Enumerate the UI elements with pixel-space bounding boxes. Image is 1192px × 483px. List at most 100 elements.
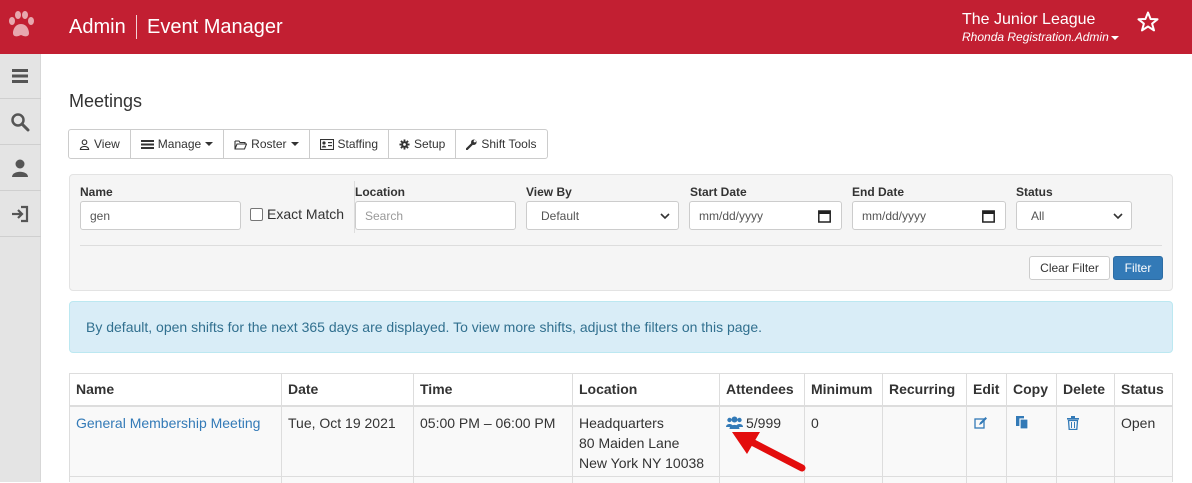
location-placeholder: Search	[365, 208, 404, 223]
manage-button-label: Manage	[157, 137, 202, 151]
checkbox-box[interactable]	[250, 207, 263, 221]
view-button-label: View	[94, 137, 120, 151]
minimum-cell: 0	[805, 407, 883, 483]
user-menu[interactable]: Rhonda Registration.Admin	[962, 30, 1119, 44]
exact-match-label: Exact Match	[267, 206, 345, 222]
sidebar-menu-button[interactable]	[0, 54, 41, 99]
copy-cell	[1007, 407, 1057, 483]
status-select[interactable]: All	[1016, 201, 1132, 230]
search-icon	[11, 113, 30, 132]
filter-panel: Name gen Exact Match Location Search Vie…	[69, 174, 1173, 291]
column-header-delete: Delete	[1057, 374, 1115, 406]
setup-button[interactable]: Setup	[388, 129, 457, 159]
roster-dropdown-button[interactable]: Roster	[223, 129, 310, 159]
start-date-placeholder: mm/dd/yyyy	[699, 208, 764, 223]
status-filter-label: Status	[1016, 185, 1053, 199]
caret-down-icon	[205, 142, 214, 146]
shift-tools-button[interactable]: Shift Tools	[455, 129, 548, 159]
cog-icon	[399, 138, 410, 150]
caret-down-icon	[1110, 35, 1119, 40]
column-header-minimum[interactable]: Minimum	[805, 374, 883, 406]
column-header-date[interactable]: Date	[282, 374, 414, 406]
star-icon[interactable]	[1136, 10, 1160, 34]
paw-logo-icon[interactable]	[7, 10, 35, 40]
location-line: Headquarters	[579, 415, 664, 431]
top-navbar: Admin Event Manager The Junior League Rh…	[0, 0, 1192, 54]
chevron-down-icon	[660, 213, 670, 220]
column-header-location[interactable]: Location	[573, 374, 720, 406]
sidebar-signin-button[interactable]	[0, 192, 41, 237]
menu-icon	[12, 69, 28, 83]
brand-divider	[136, 15, 137, 39]
list-icon	[140, 139, 154, 149]
location-cell: Headquarters 80 Maiden Lane New York NY …	[573, 407, 720, 483]
name-filter-value: gen	[90, 208, 111, 223]
shift-tools-button-label: Shift Tools	[481, 137, 537, 151]
setup-button-label: Setup	[414, 137, 446, 151]
column-header-edit: Edit	[967, 374, 1007, 406]
app-name[interactable]: Event Manager	[147, 15, 283, 39]
annotation-arrow-icon	[732, 432, 806, 472]
user-outline-icon	[79, 138, 90, 150]
wrench-icon	[466, 138, 477, 150]
location-line: 80 Maiden Lane	[579, 435, 680, 451]
filter-button[interactable]: Filter	[1113, 256, 1163, 280]
sign-in-icon	[12, 205, 29, 223]
location-line: New York NY 10038	[579, 455, 705, 471]
column-header-name[interactable]: Name	[70, 374, 282, 406]
trash-icon[interactable]	[1067, 416, 1079, 431]
location-search-input[interactable]: Search	[355, 201, 516, 230]
edit-icon[interactable]	[974, 416, 988, 430]
view-by-label: View By	[526, 185, 572, 199]
recurring-cell	[883, 407, 967, 483]
name-filter-input[interactable]: gen	[80, 201, 241, 230]
calendar-icon[interactable]	[818, 209, 831, 223]
manage-dropdown-button[interactable]: Manage	[129, 129, 225, 159]
row-divider	[70, 476, 1172, 477]
start-date-label: Start Date	[690, 185, 747, 199]
copy-icon[interactable]	[1015, 415, 1029, 430]
delete-cell	[1057, 407, 1115, 483]
info-alert: By default, open shifts for the next 365…	[69, 301, 1173, 353]
brand-admin-link[interactable]: Admin	[69, 15, 126, 39]
calendar-icon[interactable]	[982, 209, 995, 223]
name-filter-label: Name	[80, 185, 113, 199]
filter-separator	[80, 245, 1162, 246]
sidebar-search-button[interactable]	[0, 100, 41, 145]
time-cell: 05:00 PM – 06:00 PM	[414, 407, 573, 483]
meetings-table: Name Date Time Location Attendees Minimu…	[69, 373, 1173, 483]
column-header-status[interactable]: Status	[1115, 374, 1172, 406]
user-name: Rhonda Registration.Admin	[962, 30, 1109, 44]
column-header-copy: Copy	[1007, 374, 1057, 406]
meeting-name-link[interactable]: General Membership Meeting	[76, 415, 260, 431]
chevron-down-icon	[1113, 213, 1123, 220]
page-title: Meetings	[69, 91, 143, 111]
org-name: The Junior League	[962, 11, 1096, 28]
end-date-placeholder: mm/dd/yyyy	[862, 208, 927, 223]
status-value: All	[1031, 208, 1045, 223]
status-cell: Open	[1121, 415, 1156, 431]
meeting-name-cell: General Membership Meeting	[70, 407, 282, 483]
end-date-label: End Date	[852, 185, 905, 199]
exact-match-checkbox[interactable]: Exact Match	[250, 206, 344, 222]
staffing-button[interactable]: Staffing	[308, 129, 389, 159]
left-sidebar	[0, 54, 41, 482]
end-date-input[interactable]: mm/dd/yyyy	[852, 201, 1006, 230]
clear-filter-button[interactable]: Clear Filter	[1029, 256, 1110, 280]
staffing-button-label: Staffing	[337, 137, 378, 151]
roster-button-label: Roster	[251, 137, 287, 151]
info-message: By default, open shifts for the next 365…	[86, 319, 763, 335]
start-date-input[interactable]: mm/dd/yyyy	[689, 201, 842, 230]
location-filter-label: Location	[355, 185, 405, 199]
date-cell: Tue, Oct 19 2021	[282, 407, 414, 483]
column-header-recurring[interactable]: Recurring	[883, 374, 967, 406]
sidebar-user-button[interactable]	[0, 146, 41, 191]
caret-down-icon	[290, 142, 299, 146]
user-icon	[12, 159, 28, 177]
id-card-icon	[319, 138, 334, 150]
view-button[interactable]: View	[68, 129, 131, 159]
view-by-select[interactable]: Default	[526, 201, 679, 230]
view-by-value: Default	[541, 208, 580, 223]
column-header-attendees[interactable]: Attendees	[720, 374, 805, 406]
column-header-time[interactable]: Time	[414, 374, 573, 406]
